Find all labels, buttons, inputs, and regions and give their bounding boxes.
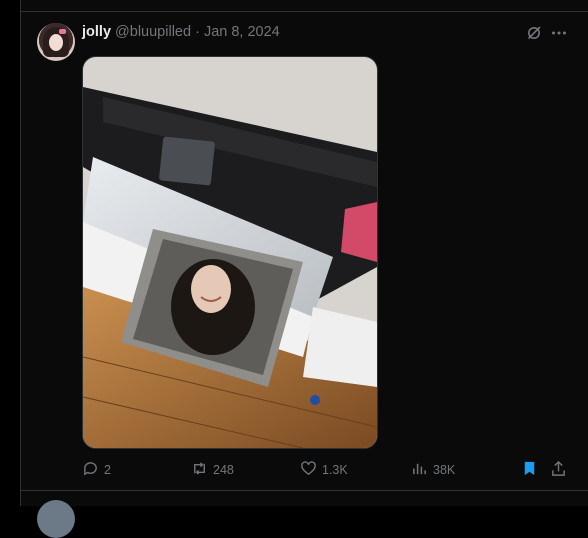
- reply-count: 2: [104, 463, 111, 477]
- share-icon: [550, 460, 567, 480]
- tweet-header: jolly @bluupilled · Jan 8, 2024: [82, 24, 280, 40]
- bookmark-button[interactable]: [521, 460, 538, 480]
- views-icon: [411, 460, 428, 480]
- header-separator: ·: [195, 24, 200, 40]
- reply-icon: [82, 460, 99, 480]
- top-divider: [21, 11, 588, 12]
- timeline-column: jolly @bluupilled · Jan 8, 2024 2 248 1.…: [20, 0, 588, 538]
- share-button[interactable]: [550, 460, 567, 480]
- bookmark-icon: [521, 460, 538, 480]
- heart-icon: [300, 460, 317, 480]
- repost-icon: [191, 460, 208, 480]
- bottom-divider: [21, 490, 588, 491]
- reply-button[interactable]: 2: [82, 460, 111, 480]
- more-icon[interactable]: [551, 25, 567, 41]
- views-button[interactable]: 38K: [411, 460, 455, 480]
- author-display-name[interactable]: jolly: [82, 24, 111, 40]
- like-count: 1.3K: [322, 463, 348, 477]
- author-handle[interactable]: @bluupilled: [115, 24, 191, 40]
- like-button[interactable]: 1.3K: [300, 460, 348, 480]
- repost-count: 248: [213, 463, 234, 477]
- tweet-photo[interactable]: [82, 56, 378, 449]
- author-avatar[interactable]: [37, 23, 75, 61]
- repost-button[interactable]: 248: [191, 460, 234, 480]
- views-count: 38K: [433, 463, 456, 477]
- grok-icon[interactable]: [526, 25, 542, 41]
- tweet-actions: 2 248 1.3K 38K: [82, 460, 572, 480]
- tweet-date[interactable]: Jan 8, 2024: [204, 24, 280, 40]
